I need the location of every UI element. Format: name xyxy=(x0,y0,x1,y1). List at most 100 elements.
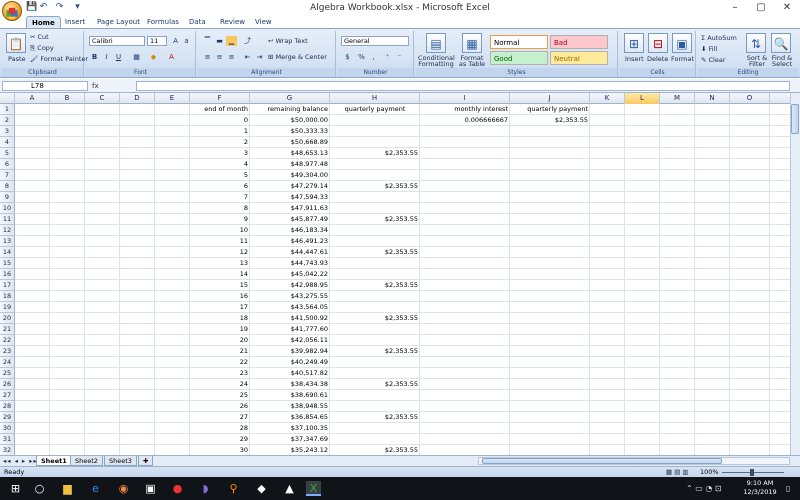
horizontal-scroll-thumb[interactable] xyxy=(482,458,722,464)
office-button[interactable] xyxy=(2,1,22,21)
zoom-slider-knob[interactable] xyxy=(750,469,754,476)
style-good[interactable]: Good xyxy=(490,51,548,65)
row-header[interactable]: 28 xyxy=(0,401,15,412)
insert-cells-icon[interactable]: ⊞ xyxy=(624,33,644,53)
cell-quarterly-payment[interactable] xyxy=(330,203,420,214)
vertical-scrollbar[interactable] xyxy=(790,93,800,455)
cell-remaining-balance[interactable]: $46,183.34 xyxy=(250,225,330,236)
cell-quarterly-payment[interactable] xyxy=(330,434,420,445)
cell-quarterly-payment[interactable] xyxy=(330,137,420,148)
cell-quarterly-payment[interactable]: $2,353.55 xyxy=(330,181,420,192)
align-center-icon[interactable]: ≡ xyxy=(214,52,225,62)
row-header[interactable]: 25 xyxy=(0,368,15,379)
cell-end-of-month[interactable]: 7 xyxy=(190,192,250,203)
column-header-a[interactable]: A xyxy=(15,93,50,104)
row-header[interactable]: 17 xyxy=(0,280,15,291)
column-header-i[interactable]: I xyxy=(420,93,510,104)
row-header[interactable]: 16 xyxy=(0,269,15,280)
column-header-e[interactable]: E xyxy=(155,93,190,104)
wrap-text-button[interactable]: ↩ Wrap Text xyxy=(268,37,308,45)
row-header[interactable]: 24 xyxy=(0,357,15,368)
cell-quarterly-payment[interactable]: $2,353.55 xyxy=(330,412,420,423)
cell-end-of-month[interactable]: 20 xyxy=(190,335,250,346)
column-header-m[interactable]: M xyxy=(660,93,695,104)
cell-quarterly-payment[interactable] xyxy=(330,236,420,247)
autosum-button[interactable]: Σ AutoSum xyxy=(701,34,737,42)
cell-end-of-month[interactable]: 18 xyxy=(190,313,250,324)
row-header[interactable]: 30 xyxy=(0,423,15,434)
row-header[interactable]: 14 xyxy=(0,247,15,258)
cell-remaining-balance[interactable]: $48,653.13 xyxy=(250,148,330,159)
row-header[interactable]: 2 xyxy=(0,115,15,126)
delete-cells-icon[interactable]: ⊟ xyxy=(648,33,668,53)
cell-remaining-balance[interactable]: $40,517.82 xyxy=(250,368,330,379)
cell-remaining-balance[interactable]: $48,977.48 xyxy=(250,159,330,170)
cut-button[interactable]: ✂ Cut xyxy=(30,33,49,41)
row-header[interactable]: 19 xyxy=(0,302,15,313)
cell-quarterly-payment[interactable] xyxy=(330,291,420,302)
column-header-f[interactable]: F xyxy=(190,93,250,104)
cell-end-of-month[interactable]: 9 xyxy=(190,214,250,225)
cell-remaining-balance[interactable]: $38,690.61 xyxy=(250,390,330,401)
cell-end-of-month[interactable]: 19 xyxy=(190,324,250,335)
notifications-icon[interactable]: ▯ xyxy=(786,484,790,493)
column-header-b[interactable]: B xyxy=(50,93,85,104)
cell-quarterly-payment[interactable] xyxy=(330,390,420,401)
cell-remaining-balance[interactable]: $37,347.69 xyxy=(250,434,330,445)
conditional-formatting-icon[interactable]: ▤ xyxy=(426,33,446,53)
maximize-button[interactable]: ▢ xyxy=(748,1,774,14)
row-header[interactable]: 7 xyxy=(0,170,15,181)
paste-icon[interactable]: 📋 xyxy=(6,33,26,53)
clear-button[interactable]: ✎ Clear xyxy=(701,56,726,64)
cell-quarterly-payment[interactable] xyxy=(330,192,420,203)
align-middle-icon[interactable]: ▬ xyxy=(214,36,225,46)
fill-button[interactable]: ⬇ Fill xyxy=(701,45,717,53)
cell-quarterly-payment[interactable]: $2,353.55 xyxy=(330,379,420,390)
row-header[interactable]: 31 xyxy=(0,434,15,445)
row-header[interactable]: 5 xyxy=(0,148,15,159)
row-header[interactable]: 18 xyxy=(0,291,15,302)
formula-input[interactable] xyxy=(136,81,790,91)
format-as-table-button[interactable]: Format as Table xyxy=(456,55,488,68)
align-right-icon[interactable]: ≡ xyxy=(226,52,237,62)
clock[interactable]: 9:10 AM 12/3/2019 xyxy=(738,479,782,497)
percent-icon[interactable]: % xyxy=(356,52,367,62)
cell-end-of-month[interactable]: 12 xyxy=(190,247,250,258)
cell-remaining-balance[interactable]: $35,243.12 xyxy=(250,445,330,455)
minimize-button[interactable]: – xyxy=(722,1,748,14)
cell-remaining-balance[interactable]: $38,948.55 xyxy=(250,401,330,412)
cell-quarterly-payment[interactable] xyxy=(330,159,420,170)
windows-start-icon[interactable]: ⊞ xyxy=(8,481,23,496)
row-header[interactable]: 9 xyxy=(0,192,15,203)
cell-remaining-balance[interactable]: $49,304.00 xyxy=(250,170,330,181)
column-header-g[interactable]: G xyxy=(250,93,330,104)
conditional-formatting-button[interactable]: Conditional Formatting xyxy=(418,55,455,68)
chrome-icon[interactable]: ◉ xyxy=(116,481,131,496)
cell-quarterly-payment[interactable] xyxy=(330,335,420,346)
cell-end-of-month[interactable]: 0 xyxy=(190,115,250,126)
cell-end-of-month[interactable]: 24 xyxy=(190,379,250,390)
column-header-d[interactable]: D xyxy=(120,93,155,104)
column-header-j[interactable]: J xyxy=(510,93,590,104)
row-header[interactable]: 23 xyxy=(0,346,15,357)
name-box[interactable]: L78 xyxy=(2,81,88,91)
find-select-button[interactable]: Find & Select xyxy=(770,55,794,68)
cell-quarterly-payment[interactable] xyxy=(330,258,420,269)
cell-end-of-month[interactable]: 26 xyxy=(190,401,250,412)
app-icon-1[interactable]: ● xyxy=(170,481,185,496)
cell-end-of-month[interactable]: 21 xyxy=(190,346,250,357)
format-cells-icon[interactable]: ▣ xyxy=(672,33,692,53)
shrink-font-icon[interactable]: a xyxy=(181,36,192,46)
cell-quarterly-payment[interactable] xyxy=(330,115,420,126)
store-icon[interactable]: ▣ xyxy=(143,481,158,496)
bold-icon[interactable]: B xyxy=(89,52,100,62)
cell-remaining-balance[interactable]: $41,500.92 xyxy=(250,313,330,324)
cell-remaining-balance[interactable]: $42,056.11 xyxy=(250,335,330,346)
app-icon-4[interactable]: ◆ xyxy=(254,481,269,496)
cell-quarterly-payment[interactable]: $2,353.55 xyxy=(330,313,420,324)
cell-quarterly-payment-value[interactable]: $2,353.55 xyxy=(510,115,590,126)
tray-icons[interactable]: ⌃ ▭ ◔ ⊡ xyxy=(686,484,722,493)
cell-end-of-month[interactable]: 13 xyxy=(190,258,250,269)
row-header[interactable]: 22 xyxy=(0,335,15,346)
header-end-of-month[interactable]: end of month xyxy=(190,104,250,115)
